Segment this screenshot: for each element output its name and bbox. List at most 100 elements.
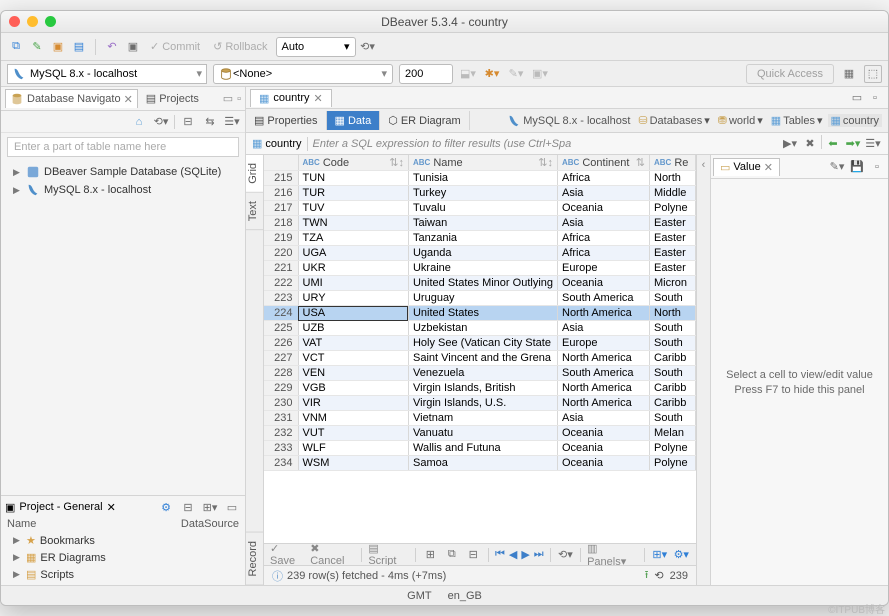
cell[interactable]: TUR bbox=[298, 186, 408, 201]
table-row[interactable]: 227VCTSaint Vincent and the GrenaNorth A… bbox=[264, 351, 696, 366]
editor-tab-country[interactable]: ▦ country ✕ bbox=[250, 89, 332, 107]
view-menu-icon[interactable]: ▫ bbox=[237, 93, 241, 105]
prev-icon[interactable]: ◀ bbox=[509, 548, 517, 561]
navigator-filter-input[interactable]: Enter a part of table name here bbox=[7, 137, 239, 157]
apply-icon[interactable]: 💾 bbox=[848, 158, 866, 176]
refresh-icon[interactable]: ⟲▾ bbox=[152, 113, 170, 131]
cell[interactable]: Tuvalu bbox=[408, 201, 557, 216]
collapse-icon[interactable]: ⊟ bbox=[179, 113, 197, 131]
cell[interactable]: Caribb bbox=[650, 351, 696, 366]
table-row[interactable]: 223URYUruguaySouth AmericaSouth bbox=[264, 291, 696, 306]
cell[interactable]: Tanzania bbox=[408, 231, 557, 246]
cell[interactable]: USA bbox=[298, 306, 408, 321]
auto-apply-icon[interactable]: ▫ bbox=[868, 158, 886, 176]
tree-item[interactable]: ▶▦ER Diagrams bbox=[7, 549, 239, 566]
table-row[interactable]: 234WSMSamoaOceaniaPolyne bbox=[264, 456, 696, 471]
breadcrumb-item[interactable]: MySQL 8.x - localhost bbox=[504, 114, 633, 128]
cell[interactable]: WLF bbox=[298, 441, 408, 456]
chevron-right-icon[interactable]: ▶ bbox=[13, 167, 22, 178]
clear-filter-icon[interactable]: ✖ bbox=[801, 135, 819, 153]
value-tab[interactable]: ▭ Value ✕ bbox=[713, 158, 780, 176]
column-header[interactable]: ABCContinent⇅ bbox=[558, 155, 650, 171]
table-row[interactable]: 217TUVTuvaluOceaniaPolyne bbox=[264, 201, 696, 216]
right-toggle[interactable]: ‹ bbox=[696, 155, 710, 585]
cell[interactable]: Africa bbox=[558, 246, 650, 261]
cell[interactable]: Asia bbox=[558, 186, 650, 201]
record-view-tab[interactable]: Record bbox=[246, 533, 263, 585]
maximize-icon[interactable]: ▫ bbox=[866, 89, 884, 107]
cell[interactable]: United States Minor Outlying bbox=[408, 276, 557, 291]
close-icon[interactable]: ✕ bbox=[313, 92, 322, 105]
cell[interactable]: Holy See (Vatican City State bbox=[408, 336, 557, 351]
cell[interactable]: Uzbekistan bbox=[408, 321, 557, 336]
row-number[interactable]: 232 bbox=[264, 426, 298, 441]
close-icon[interactable]: ✕ bbox=[764, 161, 773, 174]
cell[interactable]: Vietnam bbox=[408, 411, 557, 426]
cancel-button[interactable]: ✖ Cancel bbox=[310, 542, 355, 567]
script-button[interactable]: ▤ Script bbox=[368, 542, 408, 567]
results-grid[interactable]: ABCCode⇅↕ ABCName⇅↕ ABCContinent⇅ ABCRe … bbox=[264, 155, 696, 543]
delete-row-icon[interactable]: ⊟ bbox=[465, 546, 482, 564]
duplicate-row-icon[interactable]: ⧉ bbox=[443, 546, 460, 564]
cell[interactable]: TUV bbox=[298, 201, 408, 216]
table-row[interactable]: 226VATHoly See (Vatican City StateEurope… bbox=[264, 336, 696, 351]
export-icon[interactable]: ⭱ bbox=[645, 566, 649, 585]
first-icon[interactable]: ⏮ bbox=[495, 548, 505, 561]
cell[interactable]: Oceania bbox=[558, 276, 650, 291]
tab-projects[interactable]: ▤ Projects bbox=[142, 90, 203, 107]
row-number[interactable]: 223 bbox=[264, 291, 298, 306]
add-row-icon[interactable]: ⊞ bbox=[422, 546, 439, 564]
last-icon[interactable]: ⏭ bbox=[534, 548, 544, 561]
minimize-icon[interactable]: ▭ bbox=[223, 92, 233, 105]
row-number[interactable]: 224 bbox=[264, 306, 298, 321]
column-header[interactable]: ABCRe bbox=[650, 155, 696, 171]
table-row[interactable]: 225UZBUzbekistanAsiaSouth bbox=[264, 321, 696, 336]
cell[interactable]: Vanuatu bbox=[408, 426, 557, 441]
cell[interactable]: VNM bbox=[298, 411, 408, 426]
apply-filter-icon[interactable]: ▶▾ bbox=[781, 135, 799, 153]
cell[interactable]: VGB bbox=[298, 381, 408, 396]
history-icon[interactable]: ⟲▾ bbox=[359, 38, 377, 56]
cell[interactable]: Easter bbox=[650, 246, 696, 261]
cell[interactable]: Europe bbox=[558, 336, 650, 351]
database-combo[interactable]: <None> ▾ bbox=[213, 64, 393, 84]
cell[interactable]: South America bbox=[558, 291, 650, 306]
cell[interactable]: Oceania bbox=[558, 441, 650, 456]
perspective-dbeaver-icon[interactable]: ⬚ bbox=[864, 65, 882, 83]
row-number[interactable]: 217 bbox=[264, 201, 298, 216]
breadcrumb-item[interactable]: ⛃world ▾ bbox=[715, 114, 766, 127]
cell[interactable]: North America bbox=[558, 351, 650, 366]
chevron-left-icon[interactable]: ‹ bbox=[697, 155, 710, 175]
cell[interactable]: TUN bbox=[298, 171, 408, 186]
cell[interactable]: Virgin Islands, British bbox=[408, 381, 557, 396]
new-sql-icon[interactable]: ✎ bbox=[28, 38, 46, 56]
tool-icon-1[interactable]: ✱▾ bbox=[483, 65, 501, 83]
gear-icon[interactable]: ⚙▾ bbox=[673, 546, 690, 564]
tab-er-diagram[interactable]: ⬡ER Diagram bbox=[380, 111, 470, 130]
cell[interactable]: Samoa bbox=[408, 456, 557, 471]
perspective-icon[interactable]: ▦ bbox=[840, 65, 858, 83]
sql-filter-input[interactable]: Enter a SQL expression to filter results… bbox=[308, 138, 781, 150]
row-number[interactable]: 226 bbox=[264, 336, 298, 351]
tab-properties[interactable]: ▤Properties bbox=[246, 111, 327, 130]
cell[interactable]: Saint Vincent and the Grena bbox=[408, 351, 557, 366]
table-row[interactable]: 222UMIUnited States Minor OutlyingOceani… bbox=[264, 276, 696, 291]
cell[interactable]: VCT bbox=[298, 351, 408, 366]
cell[interactable]: North America bbox=[558, 306, 650, 321]
tree-item[interactable]: ▶ DBeaver Sample Database (SQLite) bbox=[7, 163, 239, 181]
row-number[interactable]: 231 bbox=[264, 411, 298, 426]
cell[interactable]: Polyne bbox=[650, 201, 696, 216]
cell[interactable]: Asia bbox=[558, 321, 650, 336]
cell[interactable]: Uruguay bbox=[408, 291, 557, 306]
cell[interactable]: Easter bbox=[650, 216, 696, 231]
fetch-input[interactable]: 200 bbox=[399, 64, 453, 84]
tab-data[interactable]: ▦Data bbox=[327, 111, 381, 130]
connection-combo[interactable]: MySQL 8.x - localhost ▾ bbox=[7, 64, 207, 84]
cell[interactable]: Caribb bbox=[650, 381, 696, 396]
table-row[interactable]: 221UKRUkraineEuropeEaster bbox=[264, 261, 696, 276]
cell[interactable]: Easter bbox=[650, 261, 696, 276]
home-icon[interactable]: ⌂ bbox=[130, 113, 148, 131]
cell[interactable]: VIR bbox=[298, 396, 408, 411]
cell[interactable]: Turkey bbox=[408, 186, 557, 201]
column-header[interactable]: ABCCode⇅↕ bbox=[298, 155, 408, 171]
